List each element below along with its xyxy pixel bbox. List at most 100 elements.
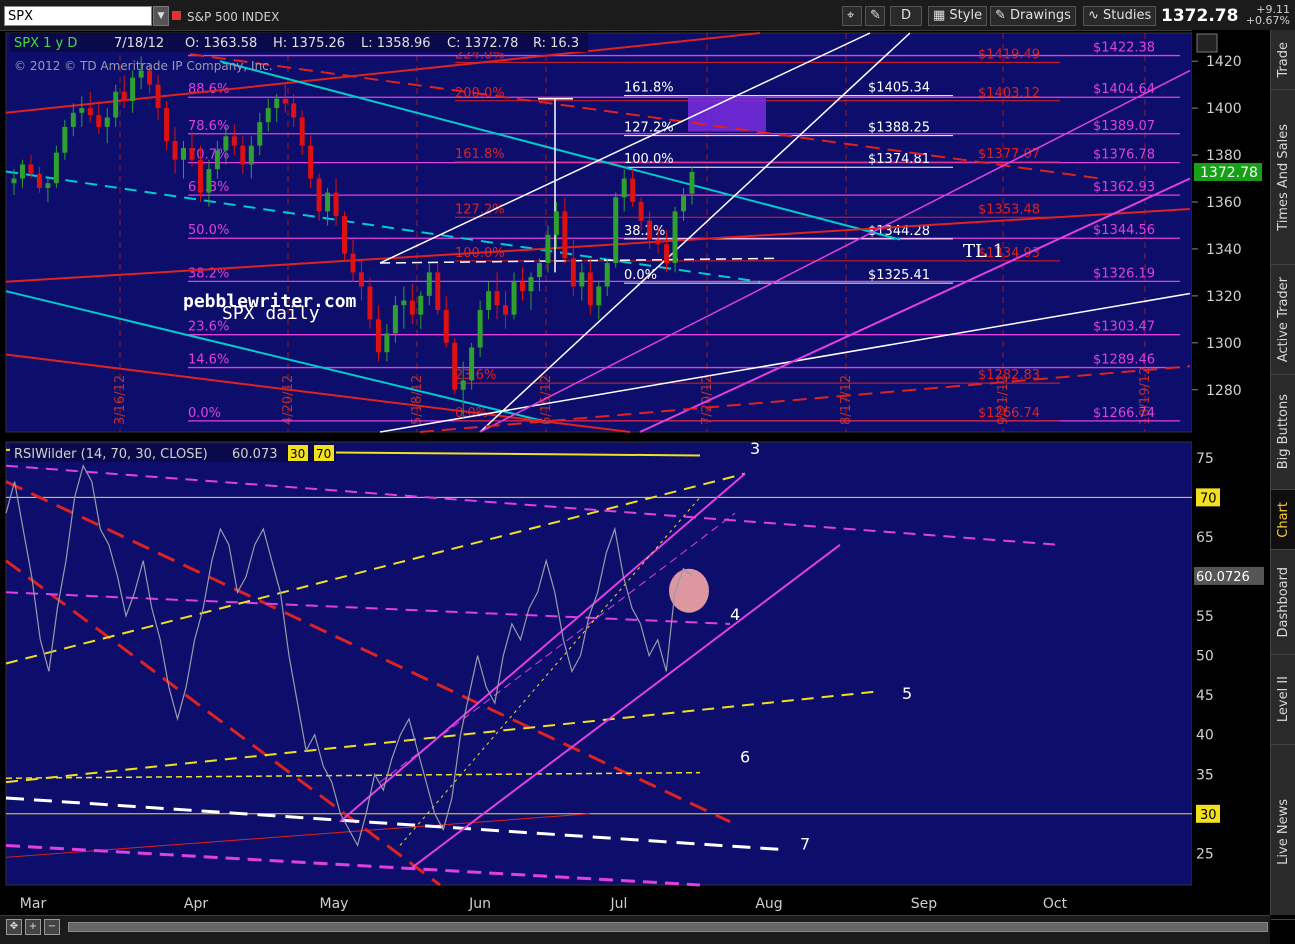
fib-red-label: 127.2% bbox=[455, 202, 505, 217]
annotation-tl1: TL 1 bbox=[963, 241, 1004, 262]
candle-body bbox=[672, 211, 678, 264]
date-label: 6/15/12 bbox=[539, 375, 554, 425]
rsi-header: RSIWilder (14, 70, 30, CLOSE) bbox=[14, 447, 208, 462]
side-tab-label: Dashboard bbox=[1276, 566, 1291, 638]
side-tab-label: Chart bbox=[1276, 501, 1291, 538]
drawings-button[interactable]: ✎ Drawings bbox=[990, 6, 1076, 26]
candle-body bbox=[189, 148, 195, 160]
rsi-header-70: 70 bbox=[316, 447, 331, 461]
fib-magenta-label: 50.0% bbox=[188, 223, 229, 238]
candle-body bbox=[155, 84, 161, 109]
zoom-out-icon[interactable]: − bbox=[44, 919, 60, 935]
fib-magenta-value-label: $1344.56 bbox=[1093, 223, 1155, 238]
candle-body bbox=[392, 305, 398, 334]
symbol-dropdown-icon[interactable]: ▼ bbox=[153, 6, 169, 26]
candle-body bbox=[511, 281, 517, 315]
candle-body bbox=[477, 309, 483, 348]
x-month-label: Mar bbox=[20, 896, 47, 912]
candle-body bbox=[316, 178, 322, 212]
candle-body bbox=[520, 281, 525, 292]
fib-magenta-value-label: $1303.47 bbox=[1093, 320, 1155, 335]
target-box bbox=[688, 96, 766, 132]
price-tick-label: 1400 bbox=[1206, 101, 1242, 117]
fib-magenta-value-label: $1389.07 bbox=[1093, 119, 1155, 134]
pan-icon[interactable]: ✥ bbox=[6, 919, 22, 935]
x-month-label: Jul bbox=[610, 896, 628, 912]
x-month-label: Jun bbox=[468, 896, 491, 912]
price-tick-label: 1300 bbox=[1206, 336, 1242, 352]
crosshair-icon[interactable]: ⌖ bbox=[842, 6, 862, 26]
symbol-flag-icon bbox=[172, 11, 181, 20]
side-tab[interactable]: Times And Sales bbox=[1271, 90, 1295, 265]
rsi-line-label: 4 bbox=[730, 605, 740, 624]
price-change: +9.11 +0.67% bbox=[1240, 4, 1290, 26]
drawings-label: Drawings bbox=[1010, 8, 1071, 23]
candle-body bbox=[562, 211, 568, 259]
candle-body bbox=[113, 91, 119, 118]
candle-body bbox=[70, 112, 76, 127]
rsi-tick-label: 40 bbox=[1196, 728, 1214, 744]
side-tab[interactable]: Level II bbox=[1271, 655, 1295, 745]
d-button[interactable]: D bbox=[890, 6, 922, 26]
date-label: 5/18/12 bbox=[410, 375, 425, 425]
price-tick-label: 1340 bbox=[1206, 242, 1242, 258]
side-tab[interactable]: Live News bbox=[1271, 745, 1295, 920]
date-label: 8/17/12 bbox=[839, 375, 854, 425]
header-range: R: 16.3 bbox=[533, 36, 579, 51]
wrench-icon[interactable]: ✎ bbox=[865, 6, 885, 26]
fib-red-value-label: $1282.83 bbox=[978, 368, 1040, 383]
x-month-label: Aug bbox=[755, 896, 782, 912]
fib-white-value-label: $1325.41 bbox=[868, 268, 930, 283]
candle-body bbox=[358, 272, 364, 287]
candle-body bbox=[79, 108, 85, 113]
fib-magenta-label: 14.6% bbox=[188, 353, 229, 368]
x-month-label: May bbox=[320, 896, 349, 912]
candle-body bbox=[384, 333, 390, 353]
side-tab[interactable]: Trade bbox=[1271, 30, 1295, 90]
candle-body bbox=[655, 239, 661, 245]
header-open: O: 1363.58 bbox=[185, 36, 257, 51]
horizontal-scrollbar[interactable] bbox=[68, 922, 1268, 932]
candle-body bbox=[62, 126, 68, 153]
chart-area[interactable]: Mar Apr May Jun Jul Aug Sep Oct 3/16/12 4/20/12 5/… bbox=[0, 30, 1270, 915]
header-high: H: 1375.26 bbox=[273, 36, 345, 51]
fib-red-value-label: $1353.48 bbox=[978, 202, 1040, 217]
fib-white-label: 161.8% bbox=[624, 81, 674, 96]
candle-body bbox=[214, 150, 220, 170]
side-tab-label: Big Buttons bbox=[1276, 394, 1291, 470]
candle-body bbox=[613, 197, 619, 264]
rsi-line-label: 3 bbox=[750, 439, 760, 458]
fib-red-label: 161.8% bbox=[455, 147, 505, 162]
candle-body bbox=[638, 201, 644, 221]
candle-body bbox=[36, 173, 42, 188]
last-price-label: 1372.78 bbox=[1200, 165, 1258, 181]
candle-body bbox=[545, 234, 551, 264]
zoom-in-icon[interactable]: + bbox=[25, 919, 41, 935]
candle-body bbox=[248, 145, 254, 165]
date-label: 4/20/12 bbox=[281, 375, 296, 425]
candle-body bbox=[570, 258, 576, 287]
candle-body bbox=[579, 272, 585, 287]
rsi-line-label: 6 bbox=[740, 747, 750, 766]
price-tick-label: 1280 bbox=[1206, 383, 1242, 399]
candle-body bbox=[172, 140, 178, 160]
candle-body bbox=[630, 178, 636, 202]
candle-body bbox=[130, 77, 136, 102]
side-tab[interactable]: Chart bbox=[1271, 490, 1295, 550]
header-low: L: 1358.96 bbox=[361, 36, 431, 51]
candle-body bbox=[596, 286, 602, 306]
side-tab[interactable]: Active Trader bbox=[1271, 265, 1295, 375]
candle-body bbox=[681, 194, 687, 212]
fib-white-label: 0.0% bbox=[624, 268, 657, 283]
style-button[interactable]: ▦ Style bbox=[928, 6, 988, 26]
symbol-input[interactable]: SPX bbox=[4, 6, 152, 26]
candle-body bbox=[282, 98, 288, 104]
fib-magenta-value-label: $1404.64 bbox=[1093, 82, 1155, 97]
candle-body bbox=[553, 211, 559, 235]
side-tab-label: Level II bbox=[1276, 676, 1291, 723]
side-tab[interactable]: Dashboard bbox=[1271, 550, 1295, 655]
candle-body bbox=[418, 295, 424, 315]
candle-body bbox=[494, 291, 500, 306]
side-tab[interactable]: Big Buttons bbox=[1271, 375, 1295, 490]
studies-button[interactable]: ∿ Studies bbox=[1083, 6, 1157, 26]
